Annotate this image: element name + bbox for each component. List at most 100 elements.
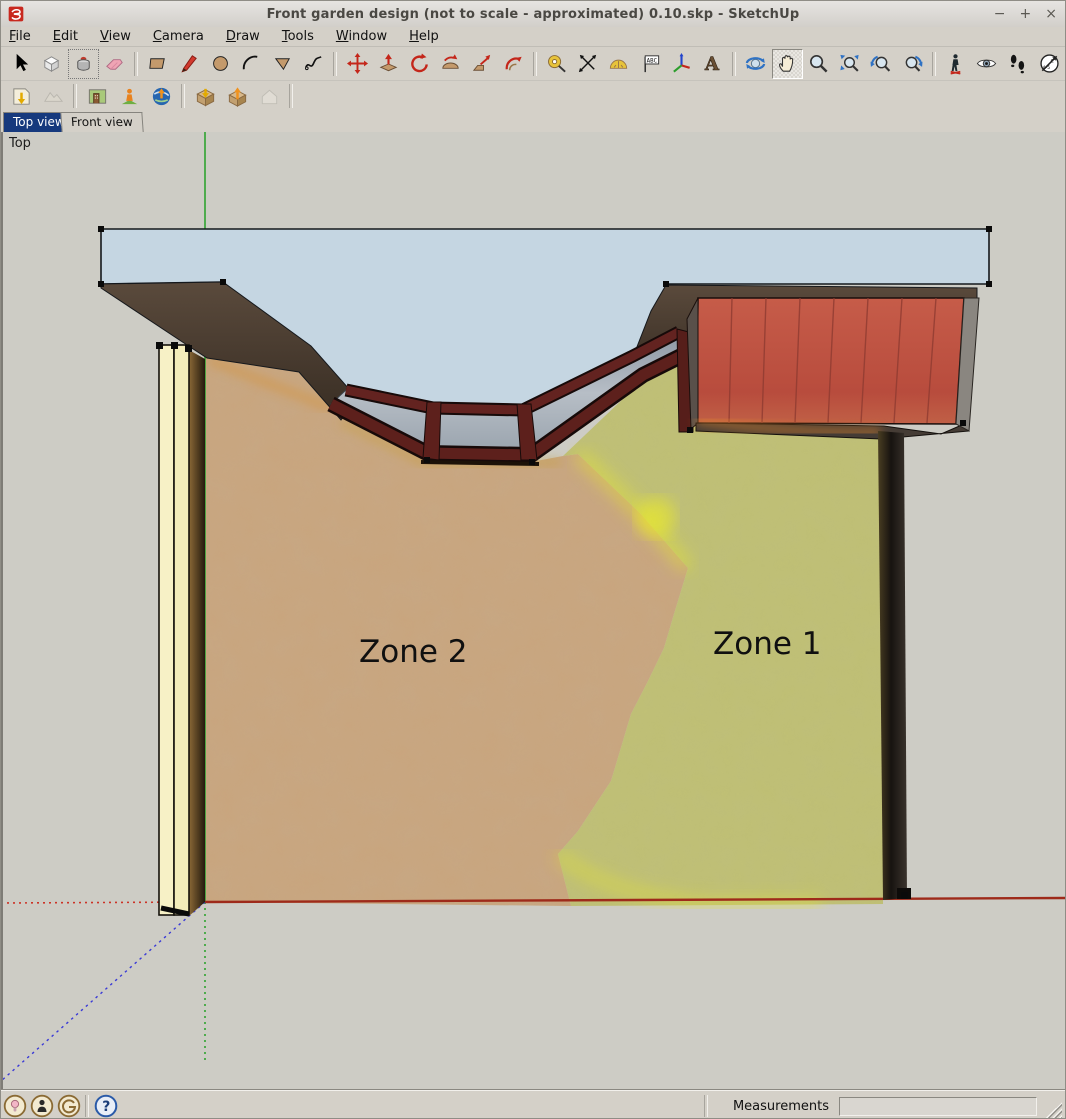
text-button[interactable]: ABC bbox=[635, 49, 666, 79]
share-model-button[interactable] bbox=[221, 81, 253, 111]
photo-textures-button[interactable] bbox=[81, 81, 113, 111]
arc-button[interactable] bbox=[236, 49, 267, 79]
earth-preview-person-icon bbox=[118, 85, 141, 108]
get-models-icon bbox=[194, 85, 217, 108]
zoom-window-button[interactable] bbox=[834, 49, 865, 79]
offset-icon bbox=[502, 52, 525, 75]
rectangle-button[interactable] bbox=[142, 49, 173, 79]
follow-me-button[interactable] bbox=[435, 49, 466, 79]
status-bar: ? Measurements bbox=[1, 1090, 1065, 1119]
google-status-button[interactable] bbox=[55, 1093, 82, 1119]
help-question-icon: ? bbox=[94, 1094, 118, 1118]
geolocation-status-button[interactable] bbox=[1, 1093, 28, 1119]
rotate-icon bbox=[408, 52, 431, 75]
position-camera-button[interactable] bbox=[940, 49, 971, 79]
push-pull-icon bbox=[377, 52, 400, 75]
right-wall[interactable] bbox=[878, 431, 907, 900]
title-bar[interactable]: Front garden design (not to scale - appr… bbox=[1, 1, 1065, 28]
left-fence[interactable] bbox=[156, 342, 205, 916]
garage-roof[interactable] bbox=[687, 298, 979, 439]
circle-button[interactable] bbox=[204, 49, 235, 79]
google-toolbar bbox=[1, 81, 1065, 111]
section-plane-icon: CA-5 bbox=[1038, 52, 1061, 75]
paint-bucket-button[interactable] bbox=[68, 49, 99, 79]
axes-button[interactable] bbox=[666, 49, 697, 79]
section-plane-button[interactable]: CA-5 bbox=[1034, 49, 1065, 79]
toolbar-separator bbox=[732, 52, 736, 76]
zone2-label: Zone 2 bbox=[359, 634, 468, 670]
zoom-next-button[interactable] bbox=[897, 49, 928, 79]
3d-text-icon: A bbox=[701, 52, 724, 75]
dimension-button[interactable] bbox=[572, 49, 603, 79]
maximize-button[interactable]: + bbox=[1020, 7, 1032, 21]
share-model-icon bbox=[226, 85, 249, 108]
paint-bucket-icon bbox=[72, 52, 95, 75]
model-canvas[interactable]: Zone 2 Zone 1 bbox=[3, 132, 1066, 1090]
eraser-button[interactable] bbox=[99, 49, 130, 79]
menu-file[interactable]: File bbox=[9, 29, 31, 44]
toolbar-separator bbox=[181, 84, 185, 108]
offset-button[interactable] bbox=[498, 49, 529, 79]
svg-text:ABC: ABC bbox=[646, 58, 657, 64]
menu-tools[interactable]: Tools bbox=[282, 29, 314, 44]
toolbar-separator bbox=[533, 52, 537, 76]
statusbar-separator bbox=[704, 1095, 708, 1117]
polygon-button[interactable] bbox=[267, 49, 298, 79]
menu-camera[interactable]: Camera bbox=[153, 29, 204, 44]
walk-button[interactable] bbox=[1002, 49, 1033, 79]
menu-view[interactable]: View bbox=[100, 29, 131, 44]
rotate-button[interactable] bbox=[404, 49, 435, 79]
tape-measure-button[interactable] bbox=[541, 49, 572, 79]
eraser-icon bbox=[103, 52, 126, 75]
get-models-button[interactable] bbox=[189, 81, 221, 111]
zoom-icon bbox=[807, 52, 830, 75]
freehand-icon bbox=[302, 52, 325, 75]
close-button[interactable]: × bbox=[1045, 7, 1057, 21]
toolbar-separator bbox=[333, 52, 337, 76]
menu-edit[interactable]: Edit bbox=[53, 29, 78, 44]
freehand-button[interactable] bbox=[298, 49, 329, 79]
toggle-terrain-icon bbox=[42, 85, 65, 108]
pan-button[interactable] bbox=[772, 49, 803, 79]
person-icon bbox=[30, 1094, 54, 1118]
select-button[interactable] bbox=[5, 49, 36, 79]
window-title: Front garden design (not to scale - appr… bbox=[1, 7, 1065, 22]
menu-help[interactable]: Help bbox=[409, 29, 439, 44]
orbit-button[interactable] bbox=[740, 49, 771, 79]
scale-icon bbox=[471, 52, 494, 75]
move-button[interactable] bbox=[341, 49, 372, 79]
google-g-icon bbox=[57, 1094, 81, 1118]
zoom-next-icon bbox=[901, 52, 924, 75]
svg-text:A-5: A-5 bbox=[1042, 65, 1049, 71]
drawing-viewport[interactable]: Top bbox=[1, 132, 1066, 1090]
rectangle-icon bbox=[146, 52, 169, 75]
measurements-value-box[interactable] bbox=[839, 1097, 1037, 1116]
push-pull-button[interactable] bbox=[373, 49, 404, 79]
resize-grip[interactable] bbox=[1046, 1102, 1062, 1118]
tab-front-view[interactable]: Front view bbox=[60, 112, 143, 132]
menu-window[interactable]: Window bbox=[336, 29, 387, 44]
google-earth-button[interactable] bbox=[145, 81, 177, 111]
share-component-button[interactable] bbox=[253, 81, 285, 111]
preview-in-google-earth-button[interactable] bbox=[113, 81, 145, 111]
help-button[interactable]: ? bbox=[92, 1093, 119, 1119]
3d-text-button[interactable]: A bbox=[697, 49, 728, 79]
attribution-status-button[interactable] bbox=[28, 1093, 55, 1119]
make-component-button[interactable] bbox=[36, 49, 67, 79]
scale-button[interactable] bbox=[466, 49, 497, 79]
toggle-terrain-button[interactable] bbox=[37, 81, 69, 111]
add-location-button[interactable] bbox=[5, 81, 37, 111]
look-around-button[interactable] bbox=[971, 49, 1002, 79]
protractor-icon bbox=[607, 52, 630, 75]
toolbar-separator bbox=[932, 52, 936, 76]
blue-axis-dotted bbox=[3, 902, 205, 1081]
minimize-button[interactable]: − bbox=[994, 7, 1006, 21]
line-button[interactable] bbox=[173, 49, 204, 79]
zoom-button[interactable] bbox=[803, 49, 834, 79]
add-location-icon bbox=[10, 85, 33, 108]
zoom-previous-button[interactable] bbox=[865, 49, 896, 79]
text-icon: ABC bbox=[639, 52, 662, 75]
menu-draw[interactable]: Draw bbox=[226, 29, 260, 44]
main-toolbar: ABC A CA-5 bbox=[1, 47, 1065, 81]
protractor-button[interactable] bbox=[603, 49, 634, 79]
